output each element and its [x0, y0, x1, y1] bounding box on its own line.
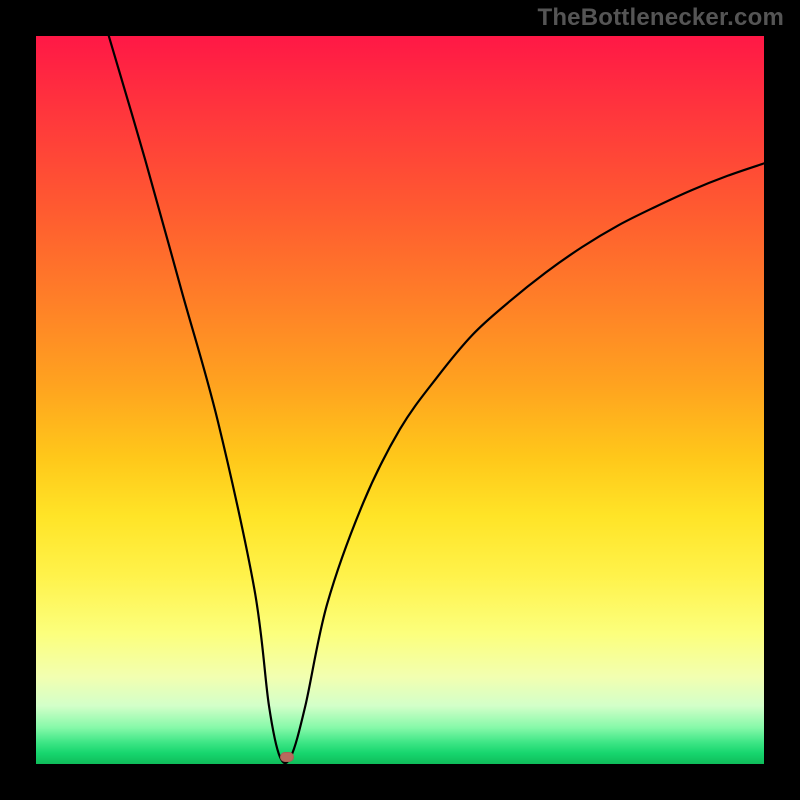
plot-area — [36, 36, 764, 764]
bottleneck-minimum-marker — [280, 752, 294, 762]
bottleneck-curve — [36, 36, 764, 764]
attribution-text: TheBottlenecker.com — [537, 4, 784, 32]
chart-frame: TheBottlenecker.com — [0, 0, 800, 800]
